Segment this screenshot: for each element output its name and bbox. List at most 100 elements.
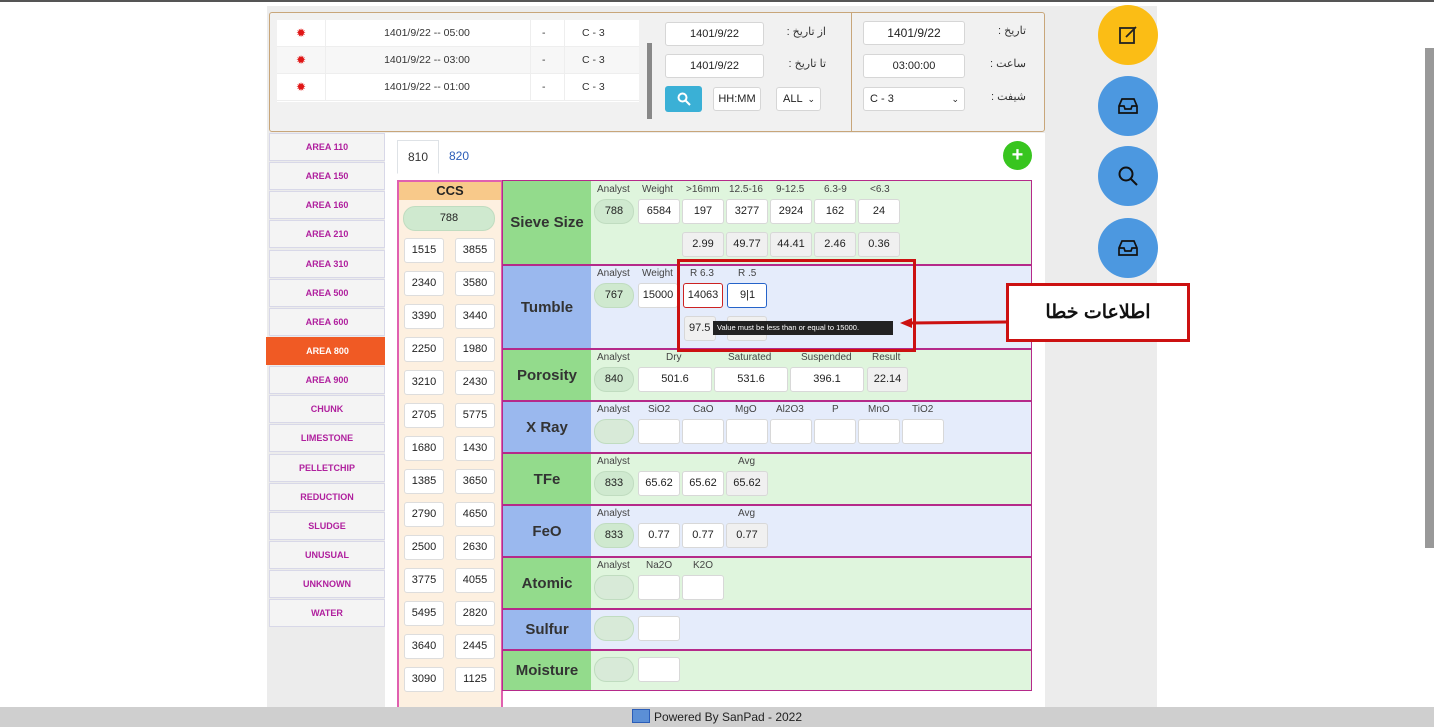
time-hhmm-input[interactable]: HH:MM (713, 87, 761, 111)
ccs-value[interactable]: 4055 (455, 568, 495, 593)
ccs-value[interactable]: 3210 (404, 370, 444, 395)
add-button[interactable]: + (1003, 141, 1032, 170)
sidebar-item-limestone[interactable]: LIMESTONE (269, 424, 385, 452)
ccs-value[interactable]: 4650 (455, 502, 495, 527)
tumble-analyst[interactable]: 767 (594, 283, 634, 308)
from-date-input[interactable]: 1401/9/22 (665, 22, 764, 46)
porosity-suspended[interactable]: 396.1 (790, 367, 864, 392)
search-round-button[interactable] (1098, 146, 1158, 206)
page-scrollbar[interactable] (1425, 48, 1434, 548)
xray-input[interactable] (858, 419, 900, 444)
sieve-value[interactable]: 2924 (770, 199, 812, 224)
sidebar-item-unknown[interactable]: UNKNOWN (269, 570, 385, 598)
gear-icon[interactable]: ✹ (296, 53, 306, 67)
sidebar-item-pelletchip[interactable]: PELLETCHIP (269, 454, 385, 482)
sidebar-item-area-900[interactable]: AREA 900 (269, 366, 385, 394)
sidebar-item-area-160[interactable]: AREA 160 (269, 191, 385, 219)
sidebar-item-area-500[interactable]: AREA 500 (269, 279, 385, 307)
gear-icon[interactable]: ✹ (296, 26, 306, 40)
list-scrollbar[interactable] (647, 43, 652, 119)
date-input[interactable]: 1401/9/22 (863, 21, 965, 45)
atomic-analyst[interactable] (594, 575, 634, 600)
porosity-analyst[interactable]: 840 (594, 367, 634, 392)
ccs-value[interactable]: 2340 (404, 271, 444, 296)
ccs-value[interactable]: 3440 (455, 304, 495, 329)
atomic-input[interactable] (638, 575, 680, 600)
ccs-value[interactable]: 2430 (455, 370, 495, 395)
sidebar-item-sludge[interactable]: SLUDGE (269, 512, 385, 540)
ccs-value[interactable]: 1385 (404, 469, 444, 494)
ccs-value[interactable]: 1125 (455, 667, 495, 692)
tab-810[interactable]: 810 (397, 140, 439, 174)
sieve-value[interactable]: 24 (858, 199, 900, 224)
ccs-analyst[interactable]: 788 (403, 206, 495, 231)
xray-input[interactable] (726, 419, 768, 444)
edit-button[interactable] (1098, 5, 1158, 65)
list-item[interactable]: ✹ 1401/9/22 -- 01:00 - C - 3 (277, 74, 639, 101)
xray-input[interactable] (814, 419, 856, 444)
sidebar-item-area-310[interactable]: AREA 310 (269, 250, 385, 278)
xray-input[interactable] (682, 419, 724, 444)
porosity-saturated[interactable]: 531.6 (714, 367, 788, 392)
time-input[interactable]: 03:00:00 (863, 54, 965, 78)
search-button[interactable] (665, 86, 702, 112)
ccs-value[interactable]: 1515 (404, 238, 444, 263)
sidebar-item-area-150[interactable]: AREA 150 (269, 162, 385, 190)
sieve-analyst[interactable]: 788 (594, 199, 634, 224)
ccs-value[interactable]: 3580 (455, 271, 495, 296)
tumble-weight[interactable]: 15000 (638, 283, 678, 308)
to-date-input[interactable]: 1401/9/22 (665, 54, 764, 78)
sidebar-item-reduction[interactable]: REDUCTION (269, 483, 385, 511)
ccs-value[interactable]: 3650 (455, 469, 495, 494)
ccs-value[interactable]: 3775 (404, 568, 444, 593)
sieve-value[interactable]: 197 (682, 199, 724, 224)
ccs-value[interactable]: 3640 (404, 634, 444, 659)
xray-input[interactable] (770, 419, 812, 444)
ccs-value[interactable]: 1680 (404, 436, 444, 461)
shift-select[interactable]: C - 3 ⌄ (863, 87, 965, 111)
ccs-value[interactable]: 2250 (404, 337, 444, 362)
moisture-input[interactable] (638, 657, 680, 682)
ccs-value[interactable]: 3855 (455, 238, 495, 263)
ccs-value[interactable]: 2630 (455, 535, 495, 560)
feo-analyst[interactable]: 833 (594, 523, 634, 548)
sidebar-item-area-800[interactable]: AREA 800 (266, 337, 389, 365)
ccs-value[interactable]: 3090 (404, 667, 444, 692)
moisture-analyst[interactable] (594, 657, 634, 682)
ccs-value[interactable]: 5495 (404, 601, 444, 626)
ccs-value[interactable]: 2790 (404, 502, 444, 527)
sieve-weight[interactable]: 6584 (638, 199, 680, 224)
ccs-value[interactable]: 2500 (404, 535, 444, 560)
feo-value[interactable]: 0.77 (638, 523, 680, 548)
xray-input[interactable] (902, 419, 944, 444)
ccs-value[interactable]: 2820 (455, 601, 495, 626)
ccs-value[interactable]: 1430 (455, 436, 495, 461)
sidebar-item-chunk[interactable]: CHUNK (269, 395, 385, 423)
ccs-value[interactable]: 3390 (404, 304, 444, 329)
sulfur-analyst[interactable] (594, 616, 634, 641)
gear-icon[interactable]: ✹ (296, 80, 306, 94)
shift-filter-select[interactable]: ALL ⌄ (776, 87, 821, 111)
ccs-value[interactable]: 2445 (455, 634, 495, 659)
list-item[interactable]: ✹ 1401/9/22 -- 03:00 - C - 3 (277, 47, 639, 74)
xray-input[interactable] (638, 419, 680, 444)
sidebar-item-unusual[interactable]: UNUSUAL (269, 541, 385, 569)
tfe-value[interactable]: 65.62 (638, 471, 680, 496)
sulfur-input[interactable] (638, 616, 680, 641)
tab-820[interactable]: 820 (449, 149, 469, 163)
tfe-analyst[interactable]: 833 (594, 471, 634, 496)
list-item[interactable]: ✹ 1401/9/22 -- 05:00 - C - 3 (277, 20, 639, 47)
sieve-value[interactable]: 162 (814, 199, 856, 224)
feo-value[interactable]: 0.77 (682, 523, 724, 548)
inbox-button[interactable] (1098, 76, 1158, 136)
sidebar-item-water[interactable]: WATER (269, 599, 385, 627)
xray-analyst[interactable] (594, 419, 634, 444)
tfe-value[interactable]: 65.62 (682, 471, 724, 496)
ccs-value[interactable]: 2705 (404, 403, 444, 428)
atomic-input[interactable] (682, 575, 724, 600)
sidebar-item-area-110[interactable]: AREA 110 (269, 133, 385, 161)
ccs-value[interactable]: 5775 (455, 403, 495, 428)
sidebar-item-area-600[interactable]: AREA 600 (269, 308, 385, 336)
sidebar-item-area-210[interactable]: AREA 210 (269, 220, 385, 248)
porosity-dry[interactable]: 501.6 (638, 367, 712, 392)
